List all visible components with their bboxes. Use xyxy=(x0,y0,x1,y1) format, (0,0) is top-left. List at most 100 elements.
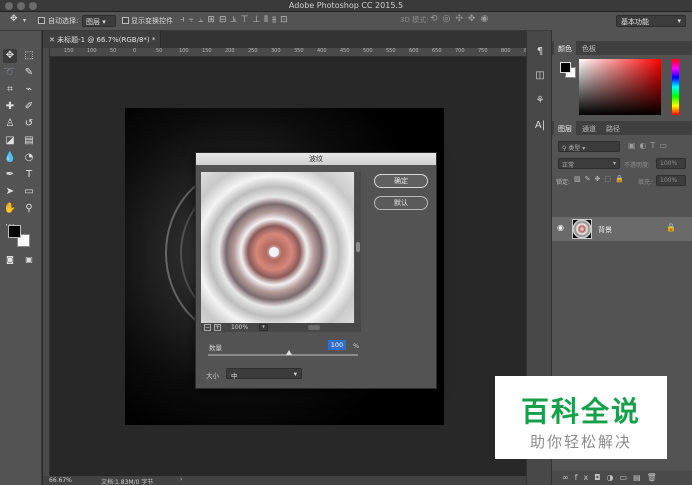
amount-slider[interactable] xyxy=(208,350,358,356)
ruler-tick-label: 100 xyxy=(179,48,189,54)
amount-input[interactable]: 100 xyxy=(328,340,346,350)
fill-field[interactable]: 100% xyxy=(656,175,686,186)
filter-icons[interactable]: ▣◐T▭ xyxy=(628,141,671,150)
foreground-color-swatch[interactable] xyxy=(8,225,21,238)
show-transform-checkbox[interactable] xyxy=(122,17,129,24)
eyedropper-tool-icon[interactable]: ⌁ xyxy=(22,83,36,97)
chevron-down-icon: ▾ xyxy=(677,17,681,25)
ruler-tick-label: 450 xyxy=(340,48,350,54)
tools-panel: ✥ ⬚ ➰ ✎ ⌗ ⌁ ✚ ✐ ♙ ↺ ◪ ▤ 💧 ◔ ✒ T ➤ ▭ ✋ ⚲ … xyxy=(0,31,42,485)
document-info: 文档:1.83M/0 字节 xyxy=(101,479,154,485)
size-select[interactable]: 中 ▾ xyxy=(226,368,302,380)
document-tab[interactable]: ✕ 未标题-1 @ 66.7%(RGB/8*) * xyxy=(43,31,161,48)
horizontal-scroll-thumb[interactable] xyxy=(308,325,320,330)
zoom-out-button[interactable]: − xyxy=(204,324,211,331)
watermark-sub-text: 助你轻松解决 xyxy=(529,433,632,451)
type-tool-icon[interactable]: T xyxy=(22,168,36,182)
ruler-tick-label: 150 xyxy=(202,48,212,54)
paragraph-icon[interactable]: ¶ xyxy=(533,45,547,59)
crop-tool-icon[interactable]: ⌗ xyxy=(3,83,17,97)
auto-select-label: 自动选择: xyxy=(48,17,79,25)
ripple-filter-dialog: 波纹 − + 100% ▾ 确定 默认 数量 100 % 大小 中 ▾ xyxy=(195,152,437,389)
lasso-tool-icon[interactable]: ➰ xyxy=(3,66,17,80)
tool-presets-icon[interactable]: ⚘ xyxy=(533,94,547,108)
tab-swatches[interactable]: 色板 xyxy=(578,41,600,55)
workspace-select[interactable]: 基本功能 ▾ xyxy=(616,15,686,27)
color-panel-tabs: 颜色 色板 xyxy=(552,41,692,55)
layer-name[interactable]: 背景 xyxy=(598,225,612,235)
ruler-tick-label: 700 xyxy=(455,48,465,54)
ruler-tick-label: 750 xyxy=(478,48,488,54)
eye-icon[interactable]: ◉ xyxy=(557,223,564,232)
align-icons[interactable]: ⫞⫟⫠⊞⊟⫡⊤⊥⫴⫵⊡ xyxy=(180,15,292,25)
move-tool-icon[interactable]: ✥ xyxy=(3,49,17,63)
ruler-tick-label: 500 xyxy=(363,48,373,54)
status-menu-arrow-icon[interactable]: › xyxy=(180,476,182,483)
blend-mode-select[interactable]: 正常 ▾ xyxy=(558,158,620,169)
opacity-label: 不透明度: xyxy=(624,162,651,169)
brush-tool-icon[interactable]: ✐ xyxy=(22,100,36,114)
quick-select-tool-icon[interactable]: ✎ xyxy=(22,66,36,80)
ok-button[interactable]: 确定 xyxy=(374,174,428,188)
vertical-ruler[interactable] xyxy=(43,48,50,476)
path-select-tool-icon[interactable]: ➤ xyxy=(3,185,17,199)
auto-select-target-select[interactable]: 图层 ▾ xyxy=(82,15,116,27)
lock-icons[interactable]: ▨✎✥⬚🔒 xyxy=(574,175,628,183)
ruler-tick-label: 200 xyxy=(225,48,235,54)
healing-tool-icon[interactable]: ✚ xyxy=(3,100,17,114)
layer-thumbnail xyxy=(572,219,592,239)
ruler-tick-label: 550 xyxy=(386,48,396,54)
adjustments-icon[interactable]: ◫ xyxy=(533,69,547,83)
filter-preview[interactable] xyxy=(201,172,354,326)
character-icon[interactable]: A| xyxy=(533,119,547,133)
layer-kind-filter[interactable]: ⚲ 类型 ▾ xyxy=(558,141,620,152)
panel-foreground-swatch[interactable] xyxy=(560,62,571,73)
stamp-tool-icon[interactable]: ♙ xyxy=(3,117,17,131)
tab-paths[interactable]: 路径 xyxy=(602,121,624,135)
tool-preset-chevron-icon[interactable]: ▾ xyxy=(23,17,26,24)
mode-3d-label: 3D 模式: xyxy=(400,16,429,24)
preview-zoom-bar: − + 100% ▾ xyxy=(201,323,361,332)
move-tool-icon[interactable]: ✥ xyxy=(10,14,18,24)
close-tab-icon[interactable]: ✕ xyxy=(49,36,55,44)
chevron-down-icon[interactable]: ▾ xyxy=(259,324,268,331)
chevron-down-icon: ▾ xyxy=(293,370,297,378)
preview-scroll-thumb[interactable] xyxy=(356,242,360,252)
rectangle-tool-icon[interactable]: ▭ xyxy=(22,185,36,199)
hue-slider[interactable] xyxy=(672,59,679,115)
zoom-in-button[interactable]: + xyxy=(214,324,221,331)
opacity-field[interactable]: 100% xyxy=(656,158,686,169)
quick-mask-icon[interactable]: ◙ xyxy=(3,253,17,267)
layer-actions-icons[interactable]: ∞fx◘◑▭▤🗑 xyxy=(562,473,663,482)
watermark-logo: 百科全说 助你轻松解决 xyxy=(495,376,667,459)
amount-slider-thumb[interactable] xyxy=(286,350,292,355)
auto-select-checkbox[interactable] xyxy=(38,17,45,24)
blur-tool-icon[interactable]: 💧 xyxy=(3,151,17,165)
screen-mode-icon[interactable]: ▣ xyxy=(22,253,36,267)
layer-row[interactable]: ◉ 背景 🔒 xyxy=(552,217,692,241)
dodge-tool-icon[interactable]: ◔ xyxy=(22,151,36,165)
color-field[interactable] xyxy=(579,59,661,115)
amount-label: 数量 xyxy=(209,344,222,352)
eraser-tool-icon[interactable]: ◪ xyxy=(3,134,17,148)
amount-unit: % xyxy=(353,342,360,350)
zoom-tool-icon[interactable]: ⚲ xyxy=(22,202,36,216)
default-button[interactable]: 默认 xyxy=(374,196,428,210)
hand-tool-icon[interactable]: ✋ xyxy=(3,202,17,216)
marquee-tool-icon[interactable]: ⬚ xyxy=(22,49,36,63)
ruler-tick-label: 800 xyxy=(501,48,511,54)
pen-tool-icon[interactable]: ✒ xyxy=(3,168,17,182)
workspace-bar: 基本功能 ▾ xyxy=(552,12,692,31)
zoom-level[interactable]: 66.67% xyxy=(49,477,72,484)
tab-color[interactable]: 颜色 xyxy=(554,41,576,55)
preview-scrollbar[interactable] xyxy=(355,172,361,326)
title-bar: Adobe Photoshop CC 2015.5 xyxy=(0,0,692,12)
mode-3d-icons[interactable]: ⟲◎✣✥◉ xyxy=(430,14,493,24)
preview-zoom-level: 100% xyxy=(231,324,249,331)
tab-layers[interactable]: 图层 xyxy=(554,121,576,135)
tab-channels[interactable]: 通道 xyxy=(578,121,600,135)
horizontal-ruler[interactable]: 150 100 50 0 50 100 150 200 250 300 350 400 450 500 55… xyxy=(50,48,526,57)
history-brush-tool-icon[interactable]: ↺ xyxy=(22,117,36,131)
gradient-tool-icon[interactable]: ▤ xyxy=(22,134,36,148)
fill-label: 填充: xyxy=(638,179,653,186)
